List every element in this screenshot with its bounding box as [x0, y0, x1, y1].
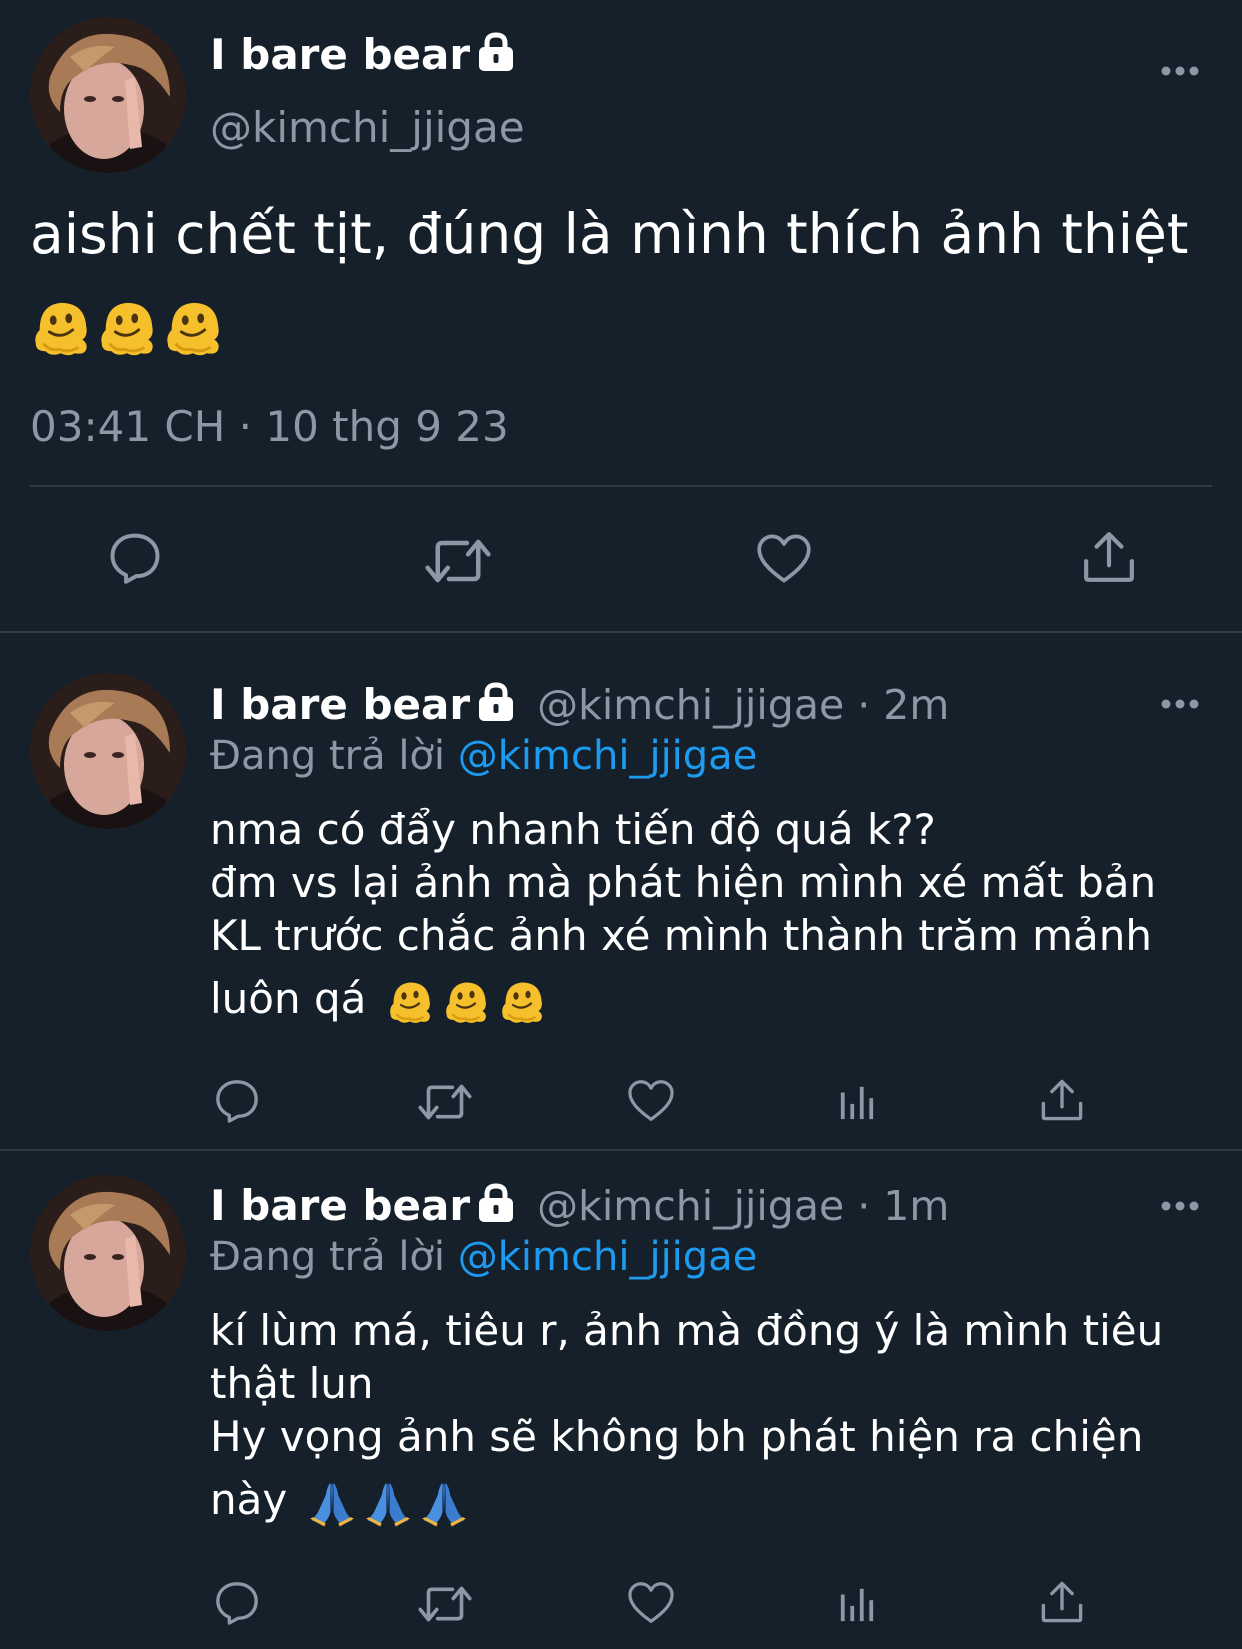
like-icon[interactable] [627, 1079, 675, 1123]
retweet-icon[interactable] [416, 1080, 474, 1124]
share-icon[interactable] [1040, 1580, 1084, 1624]
melting-face-emoji [386, 978, 434, 1026]
mention-link[interactable]: @kimchi_jjigae [458, 1234, 758, 1280]
divider [30, 485, 1212, 487]
share-icon[interactable] [1082, 530, 1136, 584]
folded-hands-emoji [419, 1478, 469, 1528]
melting-face-emoji [442, 978, 490, 1026]
folded-hands-emoji [307, 1478, 357, 1528]
lock-icon [476, 32, 516, 72]
display-name[interactable]: I bare bear [210, 30, 516, 79]
divider [0, 631, 1242, 633]
display-name[interactable]: I bare bear [210, 680, 470, 729]
replying-to: Đang trả lời @kimchi_jjigae [210, 1234, 758, 1280]
reply-icon[interactable] [108, 530, 162, 584]
divider [0, 1149, 1242, 1151]
last-line: luôn qá [210, 972, 1220, 1026]
melting-face-emoji [30, 297, 92, 359]
share-icon[interactable] [1040, 1078, 1084, 1122]
handle-and-time[interactable]: @kimchi_jjigae · 1m [537, 1182, 949, 1230]
handle[interactable]: @kimchi_jjigae [210, 103, 525, 152]
tweet-text: aishi chết tịt, đúng là mình thích ảnh t… [30, 192, 1220, 352]
like-icon[interactable] [756, 532, 812, 586]
emoji-row [30, 282, 1220, 352]
last-line: này [210, 1473, 1220, 1528]
replying-to: Đang trả lời @kimchi_jjigae [210, 733, 758, 779]
more-options-icon[interactable] [1160, 62, 1200, 74]
reply-icon[interactable] [214, 1077, 260, 1123]
retweet-icon[interactable] [416, 1582, 474, 1626]
more-options-icon[interactable] [1160, 1197, 1200, 1209]
retweet-icon[interactable] [424, 534, 492, 588]
melting-face-emoji [498, 978, 546, 1026]
mention-link[interactable]: @kimchi_jjigae [458, 733, 758, 779]
lock-icon [476, 682, 516, 722]
melting-face-emoji [96, 297, 158, 359]
avatar[interactable] [30, 17, 186, 173]
melting-face-emoji [162, 297, 224, 359]
reply-header: I bare bear @kimchi_jjigae · 2m [210, 680, 949, 729]
like-icon[interactable] [627, 1581, 675, 1625]
views-icon[interactable] [838, 1585, 876, 1623]
reply-header: I bare bear @kimchi_jjigae · 1m [210, 1181, 949, 1230]
reply-text: nma có đẩy nhanh tiến độ quá k?? đm vs l… [210, 803, 1220, 1026]
folded-hands-emoji [363, 1478, 413, 1528]
handle-and-time[interactable]: @kimchi_jjigae · 2m [537, 681, 949, 729]
tweet-timestamp[interactable]: 03:41 CH · 10 thg 9 23 [30, 402, 509, 451]
views-icon[interactable] [838, 1083, 876, 1121]
avatar[interactable] [30, 673, 186, 829]
more-options-icon[interactable] [1160, 695, 1200, 707]
lock-icon [476, 1183, 516, 1223]
reply-text: kí lùm má, tiêu r, ảnh mà đồng ý là mình… [210, 1304, 1220, 1528]
display-name[interactable]: I bare bear [210, 1181, 470, 1230]
reply-icon[interactable] [214, 1579, 260, 1625]
avatar[interactable] [30, 1175, 186, 1331]
